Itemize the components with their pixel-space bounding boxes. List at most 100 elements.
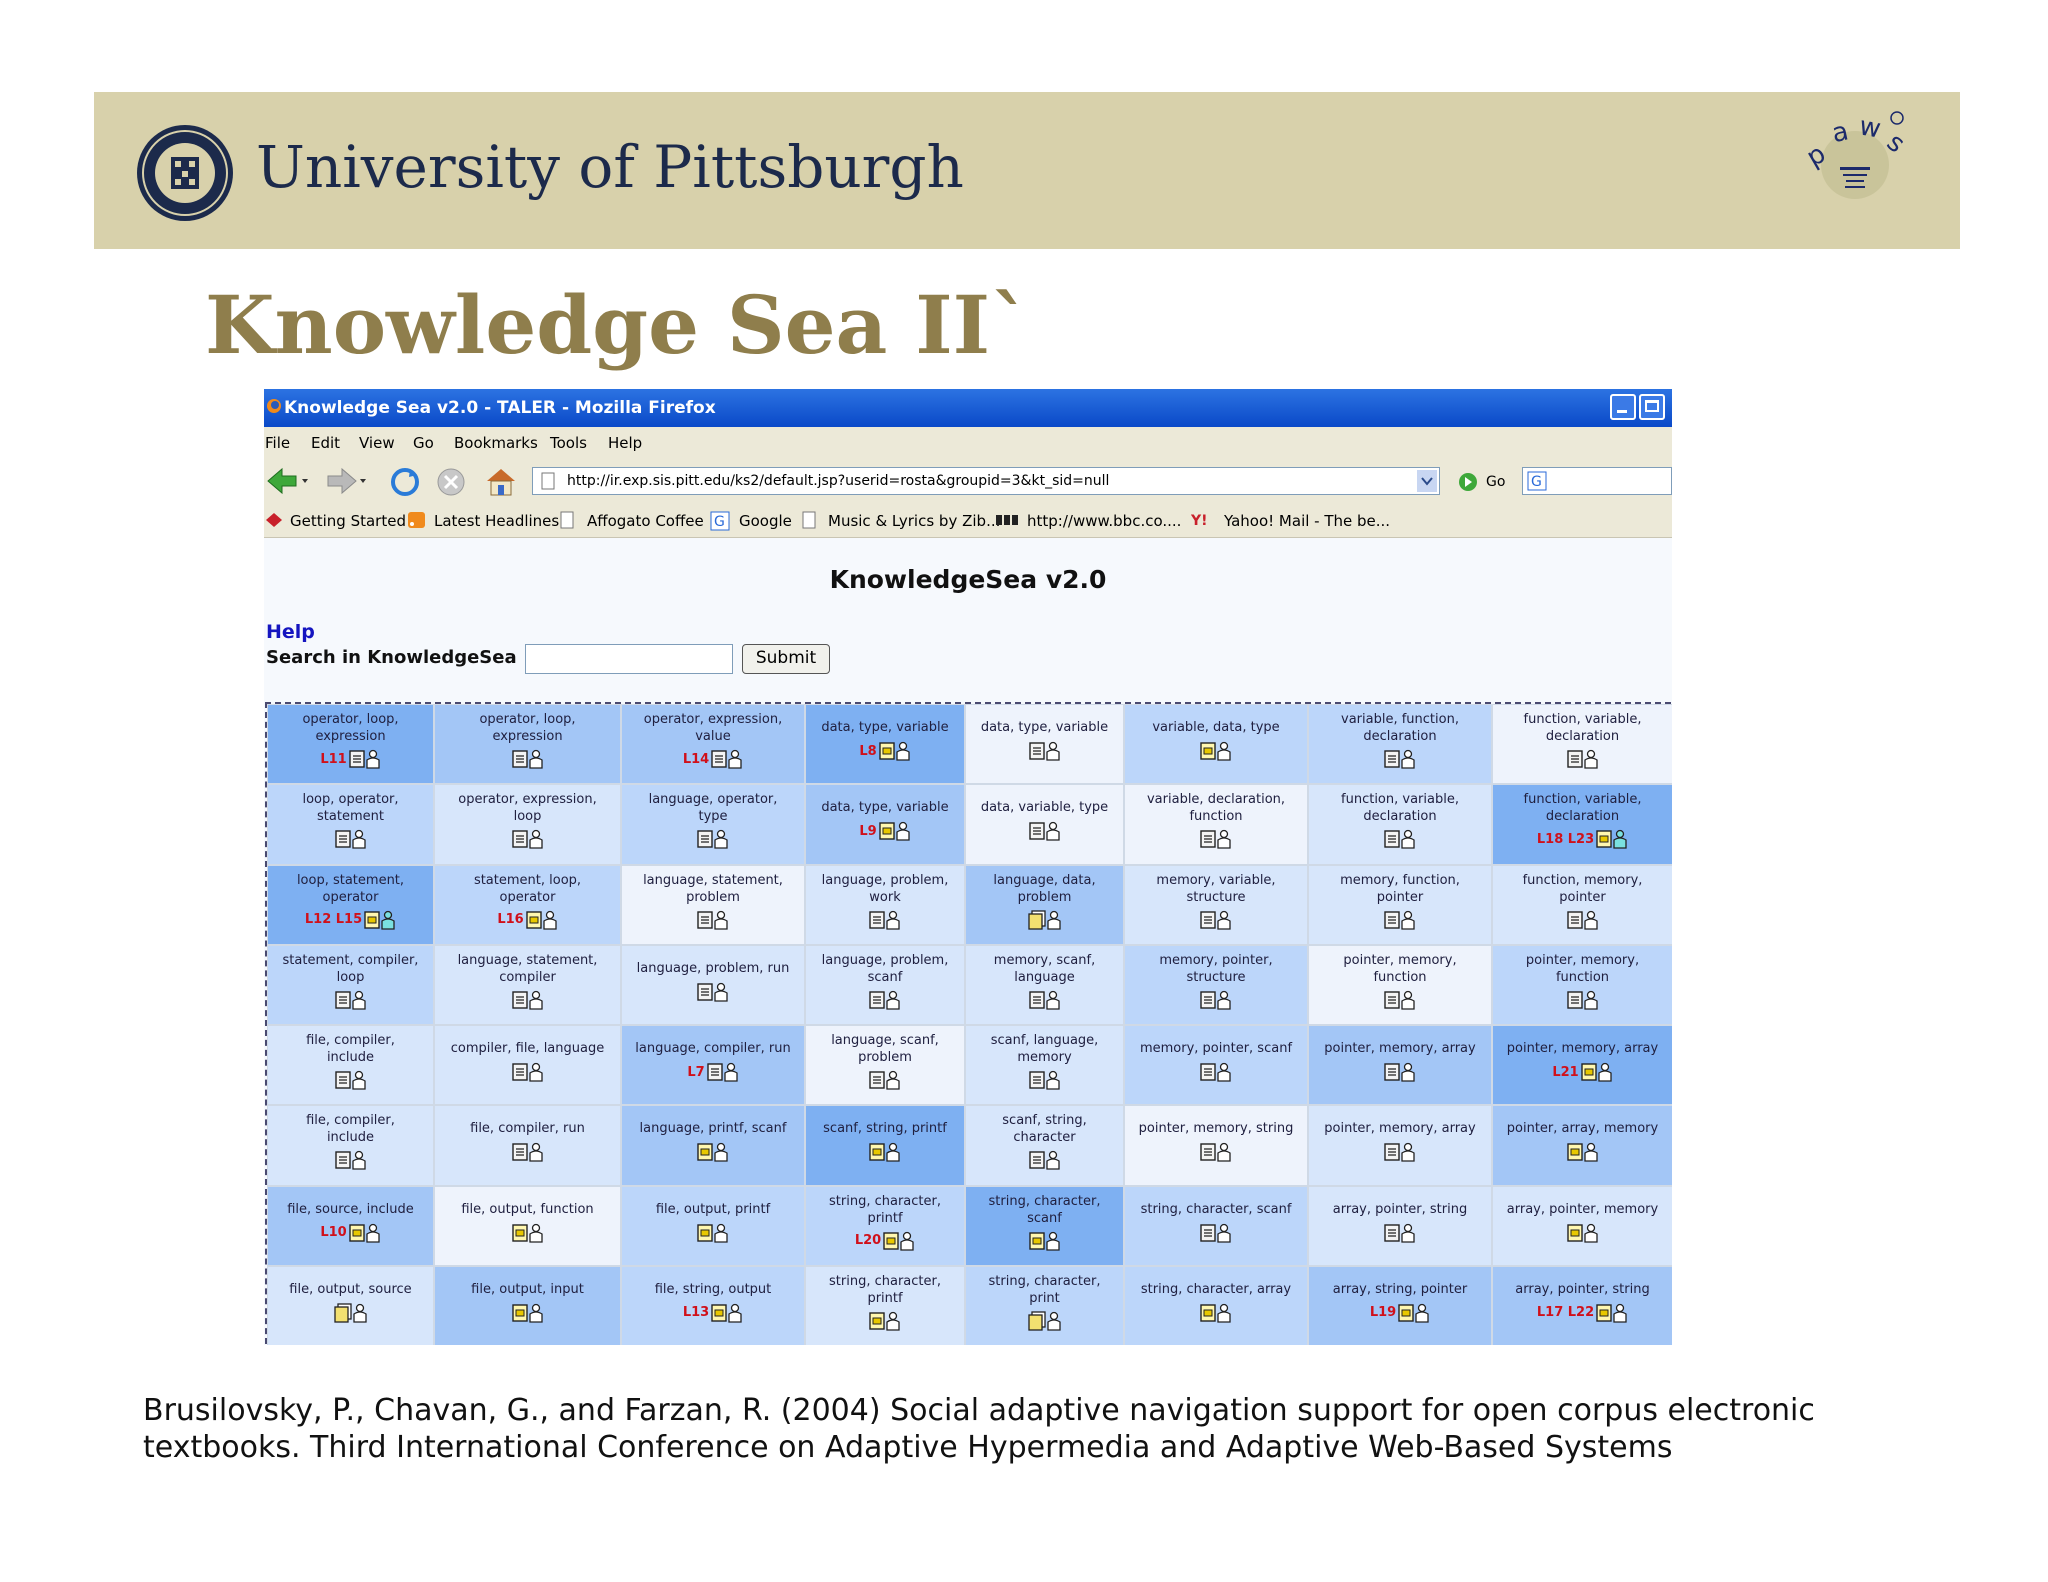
map-cell[interactable]: compiler, file, language (434, 1025, 621, 1106)
maximize-button[interactable] (1639, 394, 1665, 420)
map-cell[interactable]: array, pointer, memory (1492, 1185, 1672, 1266)
bookmark-bbc[interactable]: http://www.bbc.co.... (1027, 512, 1181, 530)
go-button-label[interactable]: Go (1486, 474, 1505, 490)
back-arrow-icon[interactable] (266, 467, 310, 495)
map-cell[interactable]: file, compiler, run (434, 1105, 621, 1186)
go-icon[interactable] (1457, 471, 1479, 493)
map-cell[interactable]: loop, operator, statement (267, 784, 434, 865)
menu-bookmarks[interactable]: Bookmarks (454, 434, 538, 452)
map-cell[interactable]: operator, expression, loop (434, 784, 621, 865)
map-cell[interactable]: pointer, memory, array L21 (1492, 1025, 1672, 1106)
web-search-box[interactable]: G (1522, 467, 1672, 495)
menu-tools[interactable]: Tools (550, 434, 587, 452)
map-cell[interactable]: array, pointer, string L17 L22 (1492, 1265, 1672, 1345)
map-cell[interactable]: file, output, source (267, 1265, 434, 1345)
map-cell[interactable]: pointer, memory, array (1308, 1025, 1492, 1106)
map-cell[interactable]: variable, declaration, function (1124, 784, 1308, 865)
lecture-label[interactable]: L19 (1370, 1305, 1396, 1320)
map-cell[interactable]: string, character, printf (805, 1265, 965, 1345)
menu-view[interactable]: View (359, 434, 395, 452)
map-cell[interactable]: language, printf, scanf (621, 1105, 805, 1186)
map-cell[interactable]: memory, pointer, scanf (1124, 1025, 1308, 1106)
map-cell[interactable]: data, type, variable L9 (805, 784, 965, 865)
map-cell[interactable]: function, variable, declaration L18 L23 (1492, 784, 1672, 865)
map-cell[interactable]: operator, loop, expression L11 (267, 704, 434, 785)
bookmark-yahoo-mail[interactable]: Yahoo! Mail - The be... (1224, 512, 1390, 530)
url-dropdown-button[interactable] (1417, 470, 1437, 492)
map-cell[interactable]: file, source, include L10 (267, 1185, 434, 1266)
map-cell[interactable]: file, compiler, include (267, 1105, 434, 1186)
map-cell[interactable]: language, operator, type (621, 784, 805, 865)
map-cell[interactable]: memory, pointer, structure (1124, 944, 1308, 1025)
lecture-label[interactable]: L14 (683, 752, 709, 767)
map-cell[interactable]: file, output, printf (621, 1185, 805, 1266)
map-cell[interactable]: operator, expression, value L14 (621, 704, 805, 785)
lecture-label[interactable]: L10 (320, 1225, 346, 1240)
lecture-label[interactable]: L13 (683, 1305, 709, 1320)
url-bar[interactable]: http://ir.exp.sis.pitt.edu/ks2/default.j… (532, 467, 1440, 495)
lecture-label[interactable]: L21 (1552, 1065, 1578, 1080)
map-cell[interactable]: loop, statement, operator L12 L15 (267, 864, 434, 945)
map-cell[interactable]: pointer, memory, function (1308, 944, 1492, 1025)
map-cell[interactable]: language, scanf, problem (805, 1025, 965, 1106)
lecture-label[interactable]: L16 (497, 912, 523, 927)
stop-icon[interactable] (436, 467, 466, 497)
help-link[interactable]: Help (266, 621, 315, 643)
map-cell[interactable]: language, problem, run (621, 944, 805, 1025)
map-cell[interactable]: language, compiler, run L7 (621, 1025, 805, 1106)
map-cell[interactable]: file, compiler, include (267, 1025, 434, 1106)
bookmark-music-lyrics[interactable]: Music & Lyrics by Zib... (828, 512, 1000, 530)
submit-button[interactable]: Submit (742, 644, 830, 674)
map-cell[interactable]: memory, function, pointer (1308, 864, 1492, 945)
map-cell[interactable]: data, type, variable (965, 704, 1124, 785)
bookmark-affogato-coffee[interactable]: Affogato Coffee (587, 512, 704, 530)
bookmark-google[interactable]: Google (739, 512, 792, 530)
map-cell[interactable]: memory, scanf, language (965, 944, 1124, 1025)
lecture-label[interactable]: L7 (687, 1065, 704, 1080)
map-cell[interactable]: file, output, input (434, 1265, 621, 1345)
map-cell[interactable]: array, string, pointer L19 (1308, 1265, 1492, 1345)
menu-go[interactable]: Go (413, 434, 434, 452)
map-cell[interactable]: pointer, memory, function (1492, 944, 1672, 1025)
map-cell[interactable]: data, variable, type (965, 784, 1124, 865)
map-cell[interactable]: string, character, print (965, 1265, 1124, 1345)
map-cell[interactable]: string, character, scanf (1124, 1185, 1308, 1266)
map-cell[interactable]: file, output, function (434, 1185, 621, 1266)
map-cell[interactable]: scanf, string, printf (805, 1105, 965, 1186)
map-cell[interactable]: string, character, array (1124, 1265, 1308, 1345)
map-cell[interactable]: statement, compiler, loop (267, 944, 434, 1025)
forward-arrow-icon[interactable] (324, 467, 368, 495)
map-cell[interactable]: function, memory, pointer (1492, 864, 1672, 945)
map-cell[interactable]: operator, loop, expression (434, 704, 621, 785)
lecture-label[interactable]: L20 (855, 1233, 881, 1248)
map-cell[interactable]: language, statement, compiler (434, 944, 621, 1025)
search-input[interactable] (525, 644, 733, 674)
map-cell[interactable]: statement, loop, operator L16 (434, 864, 621, 945)
map-cell[interactable]: pointer, memory, string (1124, 1105, 1308, 1186)
map-cell[interactable]: memory, variable, structure (1124, 864, 1308, 945)
map-cell[interactable]: language, problem, scanf (805, 944, 965, 1025)
map-cell[interactable]: language, problem, work (805, 864, 965, 945)
map-cell[interactable]: array, pointer, string (1308, 1185, 1492, 1266)
menu-file[interactable]: File (265, 434, 290, 452)
map-cell[interactable]: pointer, memory, array (1308, 1105, 1492, 1186)
map-cell[interactable]: file, string, output L13 (621, 1265, 805, 1345)
minimize-button[interactable] (1610, 394, 1636, 420)
map-cell[interactable]: scanf, language, memory (965, 1025, 1124, 1106)
lecture-label[interactable]: L8 (859, 744, 876, 759)
map-cell[interactable]: string, character, scanf (965, 1185, 1124, 1266)
reload-icon[interactable] (390, 467, 420, 497)
lecture-label[interactable]: L12 L15 (305, 912, 362, 927)
map-cell[interactable]: scanf, string, character (965, 1105, 1124, 1186)
map-cell[interactable]: string, character, printf L20 (805, 1185, 965, 1266)
home-icon[interactable] (484, 467, 518, 497)
lecture-label[interactable]: L9 (859, 824, 876, 839)
bookmark-latest-headlines[interactable]: Latest Headlines (434, 512, 559, 530)
map-cell[interactable]: language, statement, problem (621, 864, 805, 945)
menu-help[interactable]: Help (608, 434, 642, 452)
bookmark-getting-started[interactable]: Getting Started (290, 512, 406, 530)
map-cell[interactable]: data, type, variable L8 (805, 704, 965, 785)
lecture-label[interactable]: L17 L22 (1537, 1305, 1594, 1320)
lecture-label[interactable]: L11 (320, 752, 346, 767)
map-cell[interactable]: variable, data, type (1124, 704, 1308, 785)
